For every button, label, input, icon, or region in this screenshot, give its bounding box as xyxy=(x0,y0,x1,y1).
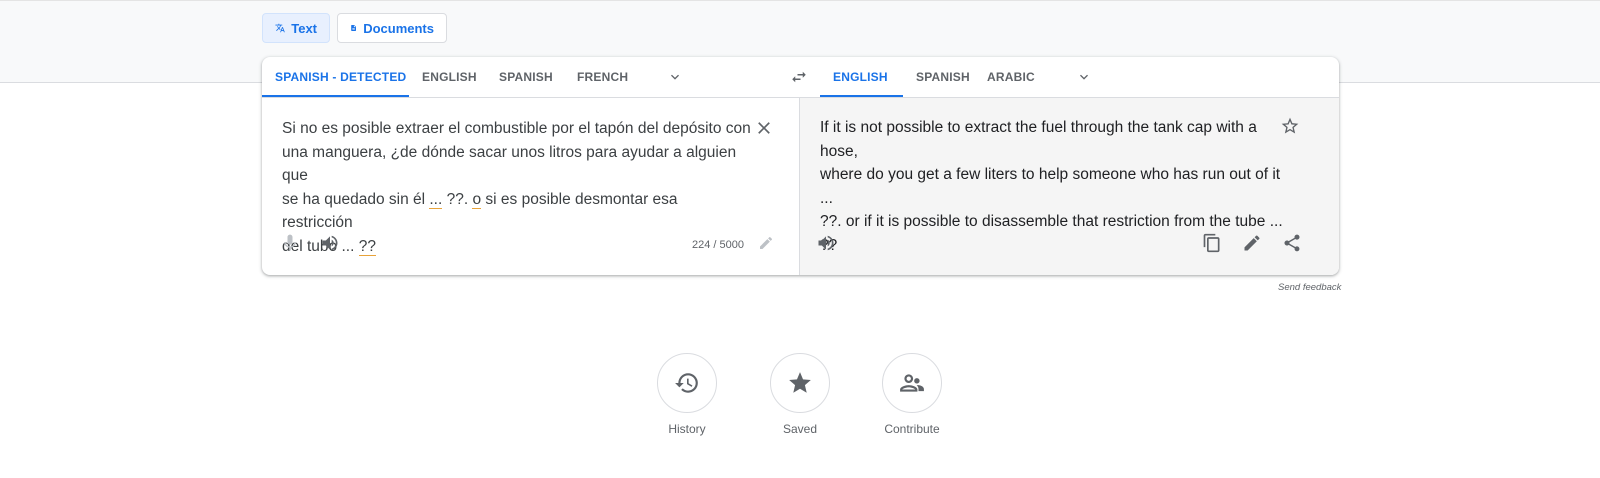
source-line: se ha quedado sin él ... ??. o si es pos… xyxy=(282,190,678,231)
target-line: If it is not possible to extract the fue… xyxy=(820,119,1257,160)
tab-source-spanish[interactable]: SPANISH xyxy=(486,57,566,97)
copy-icon[interactable] xyxy=(1200,231,1224,255)
documents-mode-button[interactable]: Documents xyxy=(337,13,447,43)
translation-output-pane: If it is not possible to extract the fue… xyxy=(800,98,1339,275)
target-line: where do you get a few liters to help so… xyxy=(820,166,1281,207)
tab-target-english[interactable]: ENGLISH xyxy=(820,57,903,97)
tab-target-spanish[interactable]: SPANISH xyxy=(903,57,983,97)
send-feedback-link[interactable]: Send feedback xyxy=(1278,282,1341,293)
target-listen-speaker-icon[interactable] xyxy=(814,231,838,255)
edit-pencil-icon[interactable] xyxy=(756,233,776,253)
translation-card: SPANISH - DETECTED ENGLISH SPANISH FRENC… xyxy=(262,57,1339,275)
source-listen-speaker-icon[interactable] xyxy=(318,231,342,255)
microphone-icon[interactable] xyxy=(278,231,302,255)
source-text-input[interactable]: Si no es posible extraer el combustible … xyxy=(282,117,752,258)
character-counter: 224 / 5000 xyxy=(692,239,744,251)
clear-source-close-icon[interactable] xyxy=(752,116,776,140)
share-icon[interactable] xyxy=(1280,231,1304,255)
contribute-button[interactable] xyxy=(882,353,942,413)
saved-item[interactable]: Saved xyxy=(760,353,840,436)
tab-source-english[interactable]: ENGLISH xyxy=(409,57,490,97)
contribute-people-icon xyxy=(900,374,924,392)
tab-target-arabic[interactable]: ARABIC xyxy=(974,57,1048,97)
target-line: ??. or if it is possible to disassemble … xyxy=(820,213,1283,230)
text-mode-button[interactable]: Text xyxy=(262,13,330,43)
document-icon xyxy=(351,24,357,32)
contribute-label: Contribute xyxy=(884,422,940,436)
tab-source-detected[interactable]: SPANISH - DETECTED xyxy=(262,57,409,97)
documents-mode-label: Documents xyxy=(363,20,434,36)
source-line: Si no es posible extraer el combustible … xyxy=(282,120,751,137)
history-item[interactable]: History xyxy=(647,353,727,436)
history-label: History xyxy=(668,422,706,436)
contribute-item[interactable]: Contribute xyxy=(872,353,952,436)
text-mode-label: Text xyxy=(291,20,317,36)
language-bar: SPANISH - DETECTED ENGLISH SPANISH FRENC… xyxy=(262,57,1339,98)
source-more-languages-chevron-down-icon[interactable] xyxy=(667,69,683,85)
tab-source-french[interactable]: FRENCH xyxy=(564,57,641,97)
source-line: una manguera, ¿de dónde sacar unos litro… xyxy=(282,143,737,185)
edit-translation-pencil-icon[interactable] xyxy=(1240,231,1264,255)
target-more-languages-chevron-down-icon[interactable] xyxy=(1076,69,1092,85)
swap-languages-icon[interactable] xyxy=(790,68,808,86)
saved-label: Saved xyxy=(782,422,818,436)
saved-button[interactable] xyxy=(770,353,830,413)
translate-icon xyxy=(275,23,285,33)
star-icon xyxy=(789,372,811,393)
history-button[interactable] xyxy=(657,353,717,413)
source-line: del tubo ... ?? xyxy=(282,237,376,256)
save-translation-star-icon[interactable] xyxy=(1278,114,1302,138)
history-icon xyxy=(675,373,698,393)
